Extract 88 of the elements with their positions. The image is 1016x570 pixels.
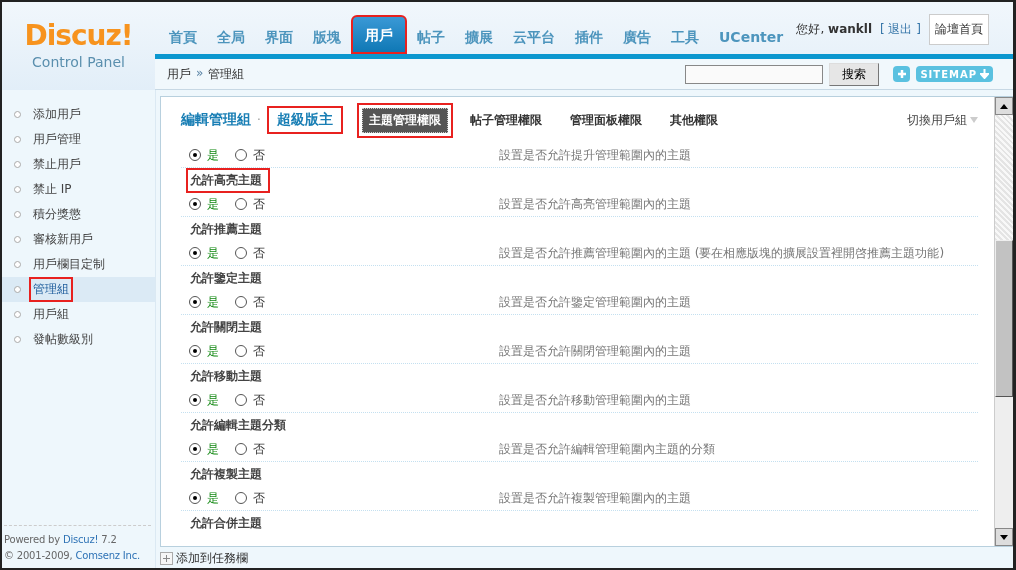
greeting-text: 您好, wankll xyxy=(796,21,872,38)
setting-title: 允許編輯主題分類 xyxy=(189,416,287,434)
setting-description: 設置是否允許推薦管理範圍內的主題 (要在相應版塊的擴展設置裡開啓推薦主題功能) xyxy=(499,244,945,262)
radio-button[interactable] xyxy=(235,492,247,504)
setting-description: 設置是否允許複製管理範圍內的主題 xyxy=(499,489,691,507)
radio-button[interactable] xyxy=(189,394,201,406)
radio-option[interactable]: 是 xyxy=(189,195,219,213)
sidebar-item[interactable]: 用戶組 xyxy=(2,302,155,327)
setting-title: 允許合併主題 xyxy=(189,514,263,532)
sidebar-item[interactable]: 禁止 IP xyxy=(2,177,155,202)
radio-option[interactable]: 否 xyxy=(235,146,265,164)
setting-title: 允許高亮主題 xyxy=(186,167,270,193)
setting-title: 允許鑒定主題 xyxy=(189,269,263,287)
permission-tab[interactable]: 其他權限 xyxy=(663,108,724,132)
setting-description: 設置是否允許移動管理範圍內的主題 xyxy=(499,391,691,409)
setting-description: 設置是否允許提升管理範圍內的主題 xyxy=(499,146,691,164)
radio-option[interactable]: 否 xyxy=(235,244,265,262)
sidebar-item[interactable]: 添加用戶 xyxy=(2,102,155,127)
plus-icon xyxy=(896,69,907,80)
switch-group-link[interactable]: 切換用戶組 xyxy=(907,111,978,129)
setting-title: 允許關閉主題 xyxy=(189,318,263,336)
sidebar-item[interactable]: 用戶管理 xyxy=(2,127,155,152)
down-arrow-icon xyxy=(980,69,989,80)
permission-tab[interactable]: 管理面板權限 xyxy=(563,108,648,132)
sidebar-item[interactable]: 管理組 xyxy=(2,277,155,302)
radio-option[interactable]: 否 xyxy=(235,293,265,311)
add-to-taskbar-link[interactable]: 添加到任務欄 xyxy=(176,549,248,567)
radio-option[interactable]: 是 xyxy=(189,391,219,409)
radio-button[interactable] xyxy=(189,492,201,504)
radio-button[interactable] xyxy=(189,149,201,161)
permission-tab[interactable]: 主題管理權限 xyxy=(361,107,448,133)
radio-option[interactable]: 是 xyxy=(189,440,219,458)
logout-link[interactable]: [ 退出 ] xyxy=(880,21,921,38)
scrollbar-thumb[interactable] xyxy=(995,240,1013,397)
setting-title: 允許移動主題 xyxy=(189,367,263,385)
radio-option[interactable]: 否 xyxy=(235,391,265,409)
radio-button[interactable] xyxy=(235,394,247,406)
radio-button[interactable] xyxy=(235,345,247,357)
search-button[interactable]: 搜索 xyxy=(829,62,880,86)
radio-button[interactable] xyxy=(235,149,247,161)
permission-tab[interactable]: 帖子管理權限 xyxy=(463,108,548,132)
forum-home-button[interactable]: 論壇首頁 xyxy=(929,14,989,45)
radio-option[interactable]: 否 xyxy=(235,489,265,507)
radio-option[interactable]: 是 xyxy=(189,244,219,262)
radio-option[interactable]: 是 xyxy=(189,293,219,311)
breadcrumb-separator: » xyxy=(196,65,204,82)
group-name-link[interactable]: 超級版主 xyxy=(266,106,343,134)
radio-option[interactable]: 是 xyxy=(189,146,219,164)
sidebar-item[interactable]: 發帖數級別 xyxy=(2,327,155,352)
setting-description: 設置是否允許鑒定管理範圍內的主題 xyxy=(499,293,691,311)
setting-title: 允許推薦主題 xyxy=(189,220,263,238)
setting-title: 允許複製主題 xyxy=(189,465,263,483)
radio-button[interactable] xyxy=(189,198,201,210)
scroll-up-icon[interactable] xyxy=(1000,103,1008,109)
powered-by-text: Powered by Discuz! 7.2 xyxy=(4,533,118,547)
radio-option[interactable]: 否 xyxy=(235,342,265,360)
logo-subtitle: Control Panel xyxy=(32,54,125,70)
setting-description: 設置是否允許高亮管理範圍內的主題 xyxy=(499,195,691,213)
radio-button[interactable] xyxy=(189,345,201,357)
sidebar-item[interactable]: 用戶欄目定制 xyxy=(2,252,155,277)
nav-tab[interactable]: 用戶 xyxy=(351,15,407,55)
radio-button[interactable] xyxy=(235,247,247,259)
radio-option[interactable]: 是 xyxy=(189,489,219,507)
panel-title: 編輯管理組 xyxy=(181,111,251,129)
sidebar-item[interactable]: 禁止用戶 xyxy=(2,152,155,177)
sidebar-item[interactable]: 積分獎懲 xyxy=(2,202,155,227)
sidebar-item[interactable]: 審核新用戶 xyxy=(2,227,155,252)
scrollbar[interactable] xyxy=(994,97,1013,547)
copyright-text: © 2001-2009, Comsenz Inc. xyxy=(4,549,141,563)
radio-button[interactable] xyxy=(235,296,247,308)
setting-description: 設置是否允許編輯管理範圍內主題的分類 xyxy=(499,440,715,458)
radio-button[interactable] xyxy=(235,443,247,455)
title-separator: · xyxy=(257,113,261,127)
radio-option[interactable]: 是 xyxy=(189,342,219,360)
scroll-down-icon[interactable] xyxy=(1000,534,1008,540)
radio-button[interactable] xyxy=(235,198,247,210)
setting-description: 設置是否允許關閉管理範圍內的主題 xyxy=(499,342,691,360)
radio-button[interactable] xyxy=(189,296,201,308)
search-field[interactable] xyxy=(685,64,824,84)
radio-option[interactable]: 否 xyxy=(235,195,265,213)
breadcrumb-item: 管理組 xyxy=(208,65,245,83)
breadcrumb-item: 用戶 xyxy=(167,65,191,83)
logo-text: Discuz! xyxy=(24,20,133,52)
plus-box-icon[interactable] xyxy=(160,551,173,565)
radio-option[interactable]: 否 xyxy=(235,440,265,458)
radio-button[interactable] xyxy=(189,247,201,259)
radio-button[interactable] xyxy=(189,443,201,455)
dropdown-icon xyxy=(970,117,978,123)
